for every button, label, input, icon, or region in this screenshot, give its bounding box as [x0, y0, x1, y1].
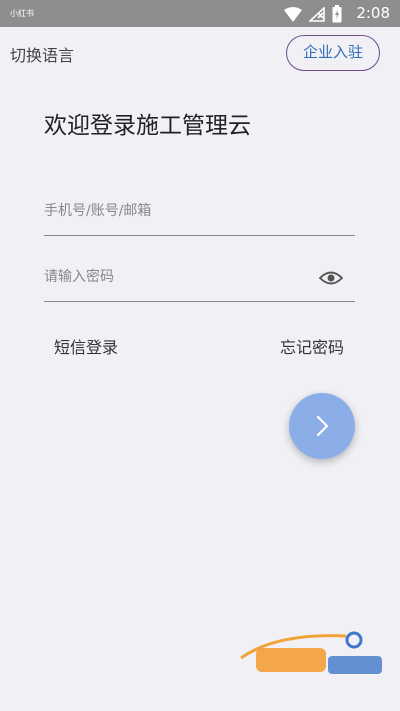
welcome-title: 欢迎登录施工管理云	[44, 113, 251, 139]
account-field	[44, 196, 355, 236]
chevron-right-icon	[316, 415, 329, 437]
password-field	[44, 262, 355, 302]
status-icons	[284, 5, 342, 23]
account-input[interactable]	[44, 196, 304, 226]
sms-login-link[interactable]: 短信登录	[54, 334, 118, 358]
status-bar: 小红书 2:08	[0, 0, 400, 27]
status-time: 2:08	[356, 4, 390, 22]
forgot-password-link[interactable]: 忘记密码	[280, 334, 344, 358]
status-carrier: 小红书	[10, 9, 34, 18]
wifi-icon	[284, 6, 302, 22]
watermark-logo	[240, 631, 382, 674]
battery-charging-icon	[332, 5, 342, 23]
no-signal-icon	[309, 6, 325, 22]
login-next-button[interactable]	[289, 393, 355, 459]
show-password-eye-icon[interactable]	[319, 266, 343, 290]
enterprise-join-button[interactable]: 企业入驻	[286, 35, 380, 71]
switch-language-link[interactable]: 切换语言	[10, 42, 74, 66]
password-input[interactable]	[44, 262, 304, 292]
